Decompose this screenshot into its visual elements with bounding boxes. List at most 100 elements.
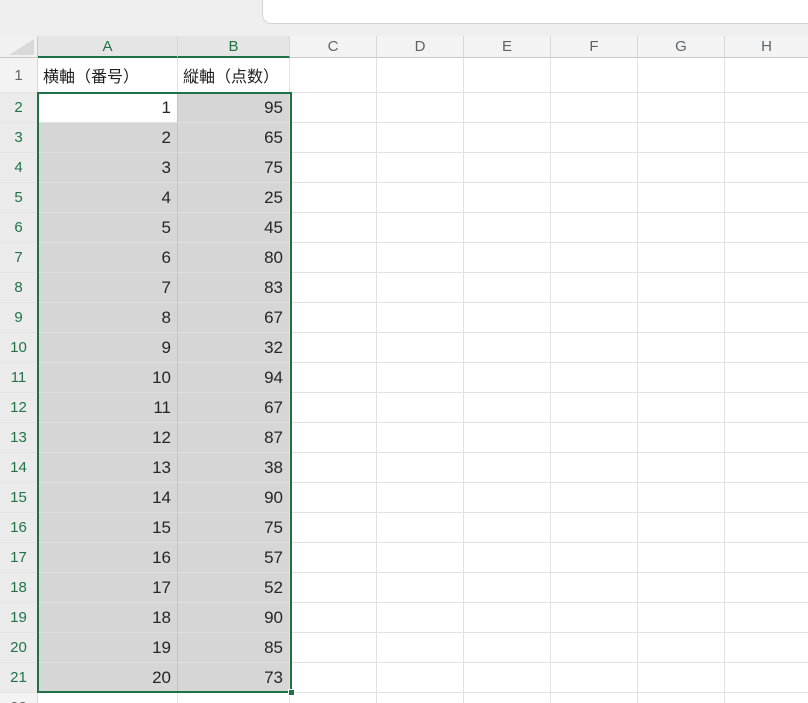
- cell-empty[interactable]: [638, 483, 725, 513]
- cell-empty[interactable]: [377, 213, 464, 243]
- cell-column-b[interactable]: 67: [178, 393, 290, 423]
- cell-empty[interactable]: [551, 633, 638, 663]
- cell-empty[interactable]: [377, 243, 464, 273]
- cell-empty[interactable]: [377, 333, 464, 363]
- cell-column-a[interactable]: 15: [38, 513, 178, 543]
- cell-empty[interactable]: [551, 513, 638, 543]
- row-header[interactable]: 19: [0, 603, 38, 633]
- cell-column-b[interactable]: 85: [178, 633, 290, 663]
- cell-empty[interactable]: [551, 123, 638, 153]
- cell-empty[interactable]: [551, 213, 638, 243]
- cell-empty[interactable]: [464, 93, 551, 123]
- row-header[interactable]: 13: [0, 423, 38, 453]
- cell-column-b[interactable]: 75: [178, 513, 290, 543]
- cell-column-b[interactable]: 90: [178, 483, 290, 513]
- cell-empty[interactable]: [464, 603, 551, 633]
- row-header[interactable]: 16: [0, 513, 38, 543]
- cell-empty[interactable]: [551, 543, 638, 573]
- cell-column-a[interactable]: 8: [38, 303, 178, 333]
- cell-empty[interactable]: [377, 123, 464, 153]
- cell-empty[interactable]: [725, 453, 808, 483]
- cell-empty[interactable]: [290, 243, 377, 273]
- cell-column-b[interactable]: 73: [178, 663, 290, 693]
- cell-empty[interactable]: [377, 393, 464, 423]
- cell-empty[interactable]: [638, 58, 725, 93]
- cell-column-a[interactable]: 14: [38, 483, 178, 513]
- row-header[interactable]: 5: [0, 183, 38, 213]
- cell-column-b[interactable]: 52: [178, 573, 290, 603]
- cell-empty[interactable]: [638, 93, 725, 123]
- cell-empty[interactable]: [290, 93, 377, 123]
- column-header[interactable]: E: [464, 36, 551, 58]
- cell-column-a[interactable]: 7: [38, 273, 178, 303]
- cell-empty[interactable]: [464, 273, 551, 303]
- cell-empty[interactable]: [290, 393, 377, 423]
- cell-column-b[interactable]: 87: [178, 423, 290, 453]
- cell-empty[interactable]: [725, 123, 808, 153]
- cell-empty[interactable]: [377, 573, 464, 603]
- cell-empty[interactable]: [377, 153, 464, 183]
- cell-empty[interactable]: [725, 183, 808, 213]
- cell-empty[interactable]: [290, 573, 377, 603]
- row-header[interactable]: 14: [0, 453, 38, 483]
- row-header[interactable]: 11: [0, 363, 38, 393]
- cell-column-b[interactable]: 67: [178, 303, 290, 333]
- cell-empty[interactable]: [551, 663, 638, 693]
- cell-empty[interactable]: [551, 603, 638, 633]
- column-header[interactable]: H: [725, 36, 808, 58]
- cell-empty[interactable]: [464, 573, 551, 603]
- cell-empty[interactable]: [725, 303, 808, 333]
- cell-empty[interactable]: [551, 153, 638, 183]
- cell-empty[interactable]: [551, 273, 638, 303]
- cell-column-b[interactable]: 90: [178, 603, 290, 633]
- cell-empty[interactable]: [725, 573, 808, 603]
- cell-column-b[interactable]: 75: [178, 153, 290, 183]
- cell-column-a[interactable]: 1: [38, 93, 178, 123]
- fill-handle[interactable]: [288, 689, 295, 696]
- row-header[interactable]: 7: [0, 243, 38, 273]
- cell-empty[interactable]: [638, 423, 725, 453]
- cell-empty[interactable]: [551, 393, 638, 423]
- cell-empty[interactable]: [464, 543, 551, 573]
- cell-empty[interactable]: [290, 213, 377, 243]
- cell-empty[interactable]: [290, 303, 377, 333]
- cell-empty[interactable]: [551, 93, 638, 123]
- cell-empty[interactable]: [464, 123, 551, 153]
- cell-column-b[interactable]: 57: [178, 543, 290, 573]
- cell-empty[interactable]: [725, 93, 808, 123]
- cell-column-a[interactable]: 11: [38, 393, 178, 423]
- cell-empty[interactable]: [725, 213, 808, 243]
- cell-empty[interactable]: [377, 58, 464, 93]
- row-header[interactable]: 20: [0, 633, 38, 663]
- cell-empty[interactable]: [377, 543, 464, 573]
- cell-column-b[interactable]: 80: [178, 243, 290, 273]
- cell-empty[interactable]: [464, 393, 551, 423]
- cell-column-a[interactable]: 19: [38, 633, 178, 663]
- cell-empty[interactable]: [290, 273, 377, 303]
- cell-empty[interactable]: [551, 333, 638, 363]
- cell-empty[interactable]: [290, 333, 377, 363]
- cell-empty[interactable]: [377, 663, 464, 693]
- cell-empty[interactable]: [638, 393, 725, 423]
- cell-empty[interactable]: [725, 243, 808, 273]
- row-header[interactable]: 1: [0, 58, 38, 93]
- row-header[interactable]: 22: [0, 693, 38, 703]
- cell-column-b[interactable]: 縦軸（点数）: [178, 58, 290, 93]
- cell-empty[interactable]: [725, 633, 808, 663]
- cell-column-a[interactable]: 3: [38, 153, 178, 183]
- cell-empty[interactable]: [725, 363, 808, 393]
- row-header[interactable]: 9: [0, 303, 38, 333]
- cell-empty[interactable]: [638, 663, 725, 693]
- select-all-corner[interactable]: [0, 36, 38, 58]
- cell-empty[interactable]: [638, 603, 725, 633]
- cell-empty[interactable]: [377, 513, 464, 543]
- cell-empty[interactable]: [290, 453, 377, 483]
- cell-empty[interactable]: [638, 513, 725, 543]
- cell-empty[interactable]: [725, 58, 808, 93]
- row-header[interactable]: 3: [0, 123, 38, 153]
- cell-empty[interactable]: [377, 363, 464, 393]
- cell-empty[interactable]: [638, 333, 725, 363]
- cell-empty[interactable]: [290, 183, 377, 213]
- cell-column-b[interactable]: 45: [178, 213, 290, 243]
- cell-empty[interactable]: [290, 543, 377, 573]
